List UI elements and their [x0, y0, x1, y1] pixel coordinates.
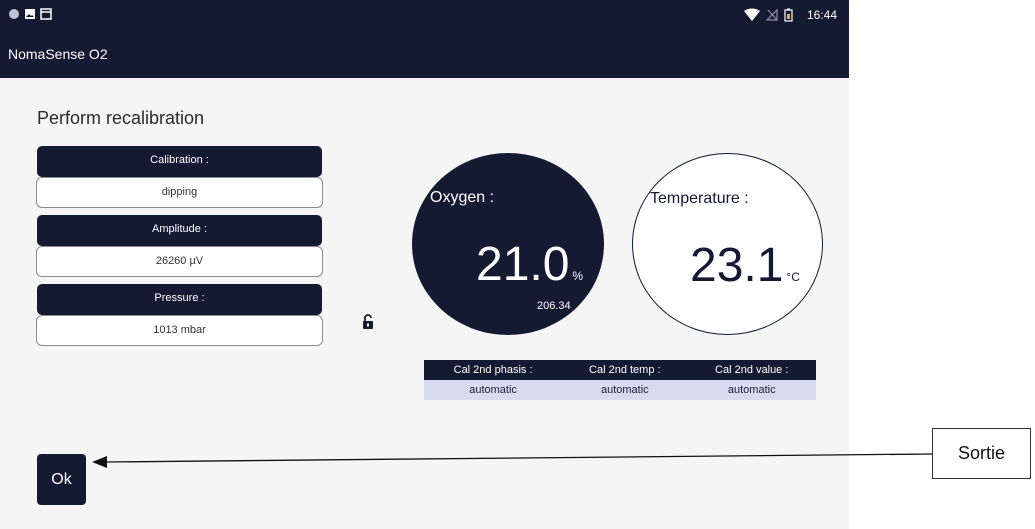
annotation-arrow	[92, 453, 933, 468]
sortie-label-box: Sortie	[932, 428, 1031, 479]
